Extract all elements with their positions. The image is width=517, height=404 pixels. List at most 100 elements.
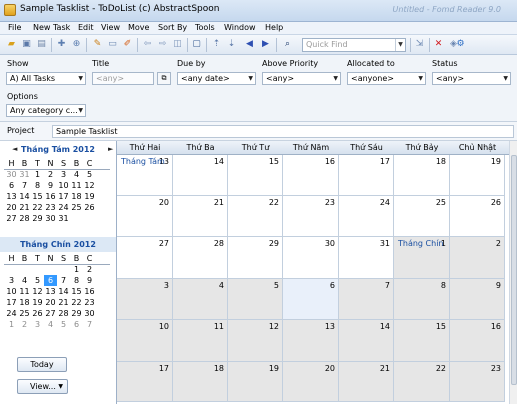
mini-calendar-day[interactable]: 25 bbox=[70, 202, 83, 213]
mini-calendar-day[interactable]: 6 bbox=[44, 275, 57, 286]
mini-calendar-day[interactable]: 12 bbox=[83, 180, 96, 191]
mini-calendar-day[interactable]: 10 bbox=[5, 286, 18, 297]
view-button[interactable]: View... ▼ bbox=[17, 379, 68, 394]
mini-calendar-day[interactable]: 14 bbox=[57, 286, 70, 297]
redo-icon[interactable]: ⇨ bbox=[157, 39, 168, 50]
menu-new-task[interactable]: New Task bbox=[33, 23, 70, 32]
mini-calendar-day[interactable]: 8 bbox=[70, 275, 83, 286]
gear-icon[interactable]: ⚙ bbox=[455, 39, 466, 50]
close-icon[interactable]: ✕ bbox=[433, 39, 444, 50]
mini-calendar-day[interactable]: 1 bbox=[70, 264, 83, 275]
menu-move[interactable]: Move bbox=[128, 23, 149, 32]
mini-calendar-day[interactable]: 12 bbox=[31, 286, 44, 297]
mini-calendar-day[interactable]: 7 bbox=[83, 319, 96, 330]
mini-calendar-day[interactable]: 1 bbox=[31, 169, 44, 180]
mini-calendar-day[interactable]: 4 bbox=[44, 319, 57, 330]
calendar-day-cell[interactable]: 22 bbox=[228, 196, 283, 237]
mini-calendar-day[interactable]: 18 bbox=[18, 297, 31, 308]
calendar-day-cell[interactable]: 13 bbox=[283, 320, 339, 362]
calendar-day-cell[interactable]: 1 Tháng Chín bbox=[394, 237, 450, 279]
options-combo[interactable]: Any category c... ▼ bbox=[6, 104, 86, 117]
mini-calendar-day[interactable]: 28 bbox=[57, 308, 70, 319]
mini-calendar-day[interactable]: 28 bbox=[18, 213, 31, 224]
menu-sort-by[interactable]: Sort By bbox=[158, 23, 187, 32]
mini-calendar-day[interactable]: 15 bbox=[31, 191, 44, 202]
calendar-day-cell[interactable]: 29 bbox=[228, 237, 283, 279]
move-down-icon[interactable]: ⇣ bbox=[226, 39, 237, 50]
mini-calendar-day[interactable]: 30 bbox=[5, 169, 18, 180]
filter-options-icon[interactable]: ⧉ bbox=[157, 72, 171, 85]
calendar-day-cell[interactable]: 25 bbox=[394, 196, 450, 237]
priority-combo[interactable]: <any> ▼ bbox=[262, 72, 341, 85]
mini-calendar-day[interactable]: 3 bbox=[5, 275, 18, 286]
move-right-icon[interactable]: ▶ bbox=[260, 39, 271, 50]
mini-calendar-day[interactable]: 24 bbox=[57, 202, 70, 213]
mini-calendar-day[interactable]: 9 bbox=[83, 275, 96, 286]
mini-calendar-day[interactable]: 2 bbox=[83, 264, 96, 275]
mini-calendar-day[interactable]: 7 bbox=[18, 180, 31, 191]
open-folder-icon[interactable]: ▰ bbox=[6, 39, 17, 50]
prev-month-arrow-icon[interactable]: ◄ bbox=[12, 143, 17, 156]
quick-find-input[interactable]: Quick Find ▼ bbox=[302, 38, 406, 52]
mini-calendar-day[interactable]: 1 bbox=[5, 319, 18, 330]
calendar-day-cell[interactable]: 18 bbox=[394, 155, 450, 196]
mini-calendar-day[interactable]: 27 bbox=[5, 213, 18, 224]
mini-calendar-day[interactable]: 9 bbox=[44, 180, 57, 191]
mini-calendar-day[interactable]: 22 bbox=[31, 202, 44, 213]
calendar-day-cell[interactable]: 19 bbox=[228, 362, 283, 402]
move-left-icon[interactable]: ◀ bbox=[244, 39, 255, 50]
save-all-icon[interactable]: ▤ bbox=[36, 39, 47, 50]
calendar-day-cell[interactable]: 15 bbox=[394, 320, 450, 362]
mini-calendar-day[interactable]: 31 bbox=[57, 213, 70, 224]
calendar-day-cell[interactable]: 3 bbox=[117, 279, 173, 320]
calendar-day-cell[interactable]: 14 bbox=[173, 155, 228, 196]
calendar-day-cell[interactable]: 28 bbox=[173, 237, 228, 279]
new-subtask-icon[interactable]: ⊕ bbox=[71, 39, 82, 50]
find-binoculars-icon[interactable]: ⌕ bbox=[282, 39, 293, 50]
calendar-day-cell[interactable]: 10 bbox=[117, 320, 173, 362]
calendar-day-cell[interactable]: 8 bbox=[394, 279, 450, 320]
mini-calendar-day[interactable]: 4 bbox=[18, 275, 31, 286]
chevron-down-icon[interactable]: ▼ bbox=[395, 39, 405, 51]
mini-calendar-day[interactable]: 27 bbox=[44, 308, 57, 319]
mini-calendar-day[interactable]: 17 bbox=[57, 191, 70, 202]
maximize-icon[interactable]: ▢ bbox=[191, 39, 202, 50]
calendar-day-cell[interactable]: 31 bbox=[339, 237, 394, 279]
find-next-icon[interactable]: ⇲ bbox=[414, 39, 425, 50]
clear-icon[interactable]: ✐ bbox=[122, 39, 133, 50]
calendar-day-cell[interactable]: 15 bbox=[228, 155, 283, 196]
mini-calendar-day[interactable]: 2 bbox=[18, 319, 31, 330]
calendar-day-cell[interactable]: 5 bbox=[228, 279, 283, 320]
mini-calendar-day[interactable]: 6 bbox=[5, 180, 18, 191]
today-button[interactable]: Today bbox=[17, 357, 67, 372]
calendar-day-cell[interactable]: 26 bbox=[450, 196, 505, 237]
mini-calendar-day[interactable]: 11 bbox=[70, 180, 83, 191]
mini-calendar-day[interactable]: 29 bbox=[70, 308, 83, 319]
mini-calendar-day[interactable]: 23 bbox=[83, 297, 96, 308]
calendar-day-cell[interactable]: 9 bbox=[450, 279, 505, 320]
calendar-day-cell[interactable]: 16 bbox=[450, 320, 505, 362]
mini-calendar-day[interactable]: 15 bbox=[70, 286, 83, 297]
calendar-day-cell[interactable]: 13 Tháng Tám bbox=[117, 155, 173, 196]
mini-calendar-day[interactable]: 13 bbox=[44, 286, 57, 297]
mini-calendar-day[interactable]: 30 bbox=[44, 213, 57, 224]
mini-calendar-day[interactable]: 7 bbox=[57, 275, 70, 286]
delete-task-icon[interactable]: ▭ bbox=[107, 39, 118, 50]
calendar-day-cell[interactable]: 30 bbox=[283, 237, 339, 279]
mini-calendar-day[interactable]: 31 bbox=[18, 169, 31, 180]
calendar-day-cell[interactable]: 22 bbox=[394, 362, 450, 402]
mini-calendar-day[interactable]: 22 bbox=[70, 297, 83, 308]
calendar-day-cell[interactable]: 24 bbox=[339, 196, 394, 237]
calendar-day-cell[interactable]: 11 bbox=[173, 320, 228, 362]
calendar-day-cell[interactable]: 23 bbox=[283, 196, 339, 237]
mini-calendar-day[interactable]: 21 bbox=[18, 202, 31, 213]
mini-calendar-day[interactable]: 21 bbox=[57, 297, 70, 308]
calendar-day-cell[interactable]: 18 bbox=[173, 362, 228, 402]
show-combo[interactable]: A) All Tasks ▼ bbox=[6, 72, 86, 85]
mini-calendar-day[interactable]: 26 bbox=[31, 308, 44, 319]
menu-edit[interactable]: Edit bbox=[78, 23, 94, 32]
mini-calendar-day[interactable]: 3 bbox=[31, 319, 44, 330]
mini-calendar-day[interactable]: 10 bbox=[57, 180, 70, 191]
allocated-to-combo[interactable]: <anyone> ▼ bbox=[347, 72, 426, 85]
calendar-day-cell[interactable]: 20 bbox=[117, 196, 173, 237]
